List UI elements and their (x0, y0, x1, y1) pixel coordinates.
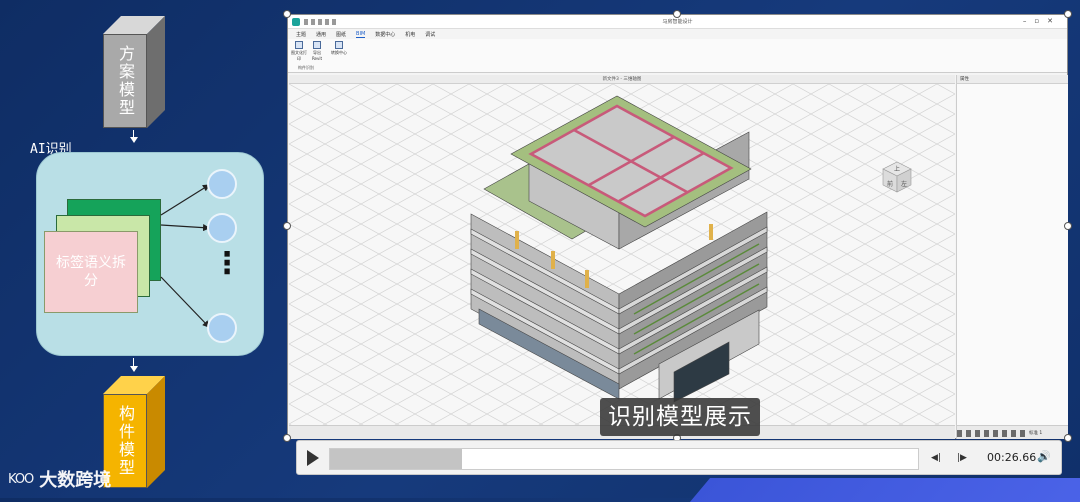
resize-handle-mr[interactable] (1064, 222, 1072, 230)
video-subtitle: 识别模型展示 (600, 398, 760, 436)
app-window: 马房智能设计 –▫✕ 主题 通用 图纸 BIM 数据中心 机电 调试 图文化打印… (287, 14, 1068, 439)
output-node-3 (207, 313, 237, 343)
output-node-2 (207, 213, 237, 243)
menu-item-5[interactable]: 机电 (405, 31, 415, 38)
print-icon (295, 41, 303, 49)
resize-handle-tc[interactable] (673, 10, 681, 18)
properties-panel: 属性 标准 1 (956, 75, 1068, 439)
export-icon (313, 41, 321, 49)
watermark-logo: KOO 大数跨境 (8, 466, 111, 492)
previous-button[interactable]: ◀| (931, 453, 941, 463)
menu-item-3[interactable]: BIM (356, 31, 366, 38)
scheme-model-label: 方案模型 (116, 45, 135, 117)
time-display: 00:26.66 (987, 451, 1037, 464)
ribbon-convert-center-button[interactable]: 转换中心 (331, 41, 347, 56)
scheme-model-box: 方案模型 (103, 16, 165, 128)
status-scale[interactable]: 标准 1 (1029, 430, 1042, 436)
menu-bar: 主题 通用 图纸 BIM 数据中心 机电 调试 (288, 29, 1067, 39)
ribbon: 图文化打印 导出Revit 转换中心 构件识别 (288, 39, 1067, 73)
output-node-1 (207, 169, 237, 199)
resize-handle-br[interactable] (1064, 434, 1072, 442)
convert-icon (335, 41, 343, 49)
window-title: 马房智能设计 (662, 19, 693, 25)
viewcube-left-label: 左 (901, 180, 907, 188)
status-tool-icons[interactable] (957, 430, 1029, 437)
next-button[interactable]: |▶ (957, 453, 967, 463)
menu-item-4[interactable]: 数据中心 (375, 31, 395, 38)
progress-track[interactable] (329, 448, 919, 470)
progress-fill (330, 449, 463, 469)
video-player-controls: ◀| |▶ 00:26.66 🔊 (296, 440, 1062, 475)
watermark-mark: KOO (8, 471, 34, 487)
menu-item-6[interactable]: 调试 (425, 31, 435, 38)
resize-handle-bl[interactable] (283, 434, 291, 442)
properties-title: 属性 (957, 75, 1068, 84)
resize-handle-tr[interactable] (1064, 10, 1072, 18)
ellipsis-dots: ⋮ (212, 246, 242, 281)
viewport-title: 新文件3 - 三维轴图 (289, 75, 955, 84)
resize-handle-tl[interactable] (283, 10, 291, 18)
3d-viewport[interactable]: 新文件3 - 三维轴图 上 前 左 (289, 75, 955, 425)
app-logo-icon (292, 18, 300, 26)
building-model-view[interactable]: 上 前 左 (289, 84, 955, 425)
component-model-box: 构件模型 (103, 376, 165, 488)
menu-item-0[interactable]: 主题 (296, 31, 306, 38)
quick-access-icons[interactable] (304, 19, 338, 25)
viewcube-front-label: 前 (887, 180, 893, 188)
resize-handle-ml[interactable] (283, 222, 291, 230)
ribbon-print-button[interactable]: 图文化打印 (291, 41, 307, 62)
window-controls[interactable]: –▫✕ (1023, 17, 1061, 25)
viewcube-top-label: 上 (894, 165, 900, 173)
menu-item-2[interactable]: 图纸 (336, 31, 346, 38)
ribbon-group-label: 构件识别 (298, 65, 314, 70)
watermark-text: 大数跨境 (39, 470, 112, 491)
ribbon-export-revit-button[interactable]: 导出Revit (309, 41, 325, 61)
decorative-stripe (689, 478, 1080, 502)
play-icon[interactable] (307, 450, 319, 466)
volume-icon[interactable]: 🔊 (1037, 450, 1051, 463)
ai-recognition-panel: 标签语义拆分 ⋮ (36, 152, 264, 356)
menu-item-1[interactable]: 通用 (316, 31, 326, 38)
